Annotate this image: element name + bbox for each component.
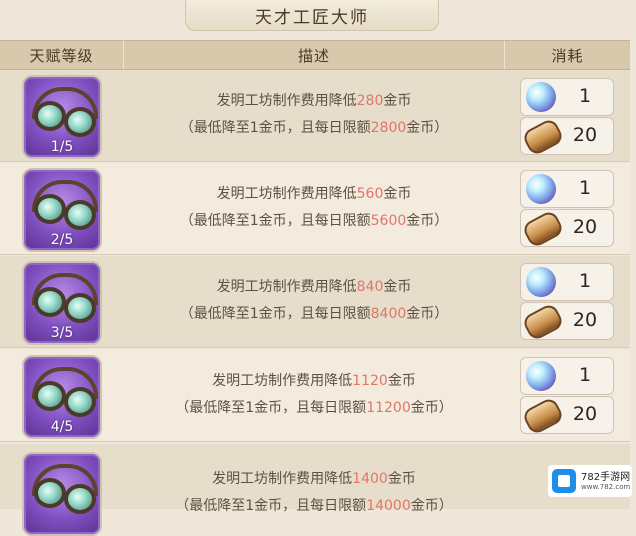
site-logo-icon <box>552 469 576 493</box>
talent-description: 发明工坊制作费用降低1120金币 （最低降至1金币，且每日限额11200金币） <box>175 373 453 416</box>
goggles-talent-icon[interactable]: 2/5 <box>22 168 102 252</box>
talent-level-label: 4/5 <box>50 419 74 435</box>
talent-description: 发明工坊制作费用降低280金币 （最低降至1金币，且每日限额2800金币） <box>179 93 449 136</box>
talent-description: 发明工坊制作费用降低1400金币 （最低降至1金币，且每日限额14000金币） <box>175 471 453 514</box>
talent-description: 发明工坊制作费用降低840金币 （最低降至1金币，且每日限额8400金币） <box>179 279 449 322</box>
scroll-icon <box>521 302 565 342</box>
goggles-talent-icon[interactable]: 4/5 <box>22 355 102 439</box>
daily-limit-amount: 5600 <box>370 213 407 229</box>
cost-orb: 1 <box>520 170 614 208</box>
scroll-icon <box>521 209 565 249</box>
daily-limit-amount: 2800 <box>370 120 407 136</box>
reduction-amount: 280 <box>356 93 384 109</box>
talent-description: 发明工坊制作费用降低560金币 （最低降至1金币，且每日限额5600金币） <box>179 186 449 229</box>
talent-row: 4/5 发明工坊制作费用降低1120金币 （最低降至1金币，且每日限额11200… <box>0 350 630 442</box>
talent-level-label: 1/5 <box>50 139 74 155</box>
cost-scroll: 20 <box>520 396 614 436</box>
crystal-orb-icon <box>526 82 556 112</box>
table-header: 天赋等级 描述 消耗 <box>0 40 630 70</box>
reduction-amount: 560 <box>356 186 384 202</box>
goggles-talent-icon[interactable] <box>22 452 102 536</box>
crystal-orb-icon <box>526 174 556 204</box>
cost-orb: 1 <box>520 78 614 116</box>
reduction-amount: 1120 <box>352 373 388 389</box>
reduction-amount: 840 <box>356 279 384 295</box>
panel-title: 天才工匠大师 <box>185 0 439 31</box>
talent-level-label: 2/5 <box>50 232 74 248</box>
site-watermark: 782手游网 www.782.com <box>548 465 632 497</box>
reduction-amount: 1400 <box>352 471 388 487</box>
cost-orb: 1 <box>520 357 614 395</box>
crystal-orb-icon <box>526 267 556 297</box>
goggles-talent-icon[interactable]: 3/5 <box>22 261 102 345</box>
header-cost: 消耗 <box>551 46 584 65</box>
goggles-talent-icon[interactable]: 1/5 <box>22 75 102 159</box>
talent-row: 3/5 发明工坊制作费用降低840金币 （最低降至1金币，且每日限额8400金币… <box>0 256 630 348</box>
cost-scroll: 20 <box>520 209 614 249</box>
cost-orb: 1 <box>520 263 614 301</box>
cost-scroll: 20 <box>520 117 614 157</box>
talent-row: 2/5 发明工坊制作费用降低560金币 （最低降至1金币，且每日限额5600金币… <box>0 163 630 255</box>
daily-limit-amount: 11200 <box>366 400 411 416</box>
crystal-orb-icon <box>526 361 556 391</box>
scroll-icon <box>521 117 565 157</box>
daily-limit-amount: 8400 <box>370 306 407 322</box>
talent-level-label: 3/5 <box>50 325 74 341</box>
cost-scroll: 20 <box>520 302 614 342</box>
daily-limit-amount: 14000 <box>366 498 411 514</box>
talent-row: 1/5 发明工坊制作费用降低280金币 （最低降至1金币，且每日限额2800金币… <box>0 70 630 162</box>
header-description: 描述 <box>297 46 330 65</box>
watermark-url: www.782.com <box>581 482 631 491</box>
talent-row: 发明工坊制作费用降低1400金币 （最低降至1金币，且每日限额14000金币） <box>0 444 630 536</box>
watermark-name: 782手游网 <box>581 471 631 483</box>
header-level: 天赋等级 <box>29 46 94 65</box>
scroll-icon <box>521 396 565 436</box>
